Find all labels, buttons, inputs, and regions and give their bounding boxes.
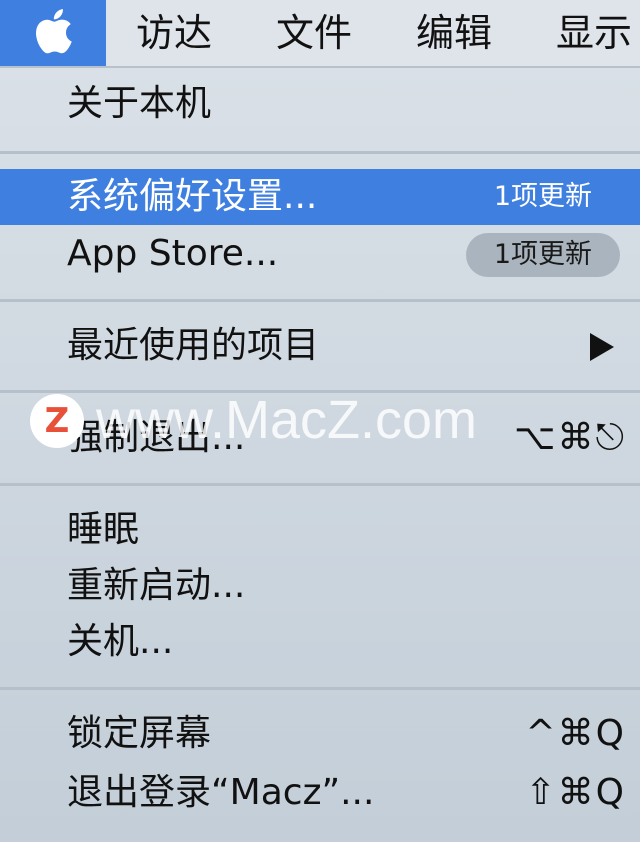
triangle-right-icon	[590, 333, 614, 361]
watermark-logo-letter: Z	[44, 401, 70, 441]
watermark: Z www.MacZ.com	[30, 390, 630, 452]
menu-item-log-out[interactable]: 退出登录“Macz”... ⇧⌘Q	[0, 765, 640, 821]
menu-item-sleep[interactable]: 睡眠	[0, 502, 640, 558]
menu-item-label: 最近使用的项目	[67, 325, 320, 366]
menu-item-app-store[interactable]: App Store... 1项更新	[0, 226, 640, 282]
menu-item-label: 锁定屏幕	[67, 713, 212, 754]
update-badge: 1项更新	[465, 233, 620, 277]
menubar-edit[interactable]: 编辑	[416, 0, 492, 66]
menu-item-label: 关于本机	[67, 83, 212, 124]
menu-item-system-preferences[interactable]: 系统偏好设置... 1项更新	[0, 169, 640, 225]
menu-item-lock-screen[interactable]: 锁定屏幕 ^⌘Q	[0, 706, 640, 762]
menubar-finder[interactable]: 访达	[136, 0, 212, 66]
apple-logo-icon	[36, 9, 72, 54]
menu-item-recent-items[interactable]: 最近使用的项目	[0, 318, 640, 374]
menu-item-label: 重新启动...	[67, 565, 246, 606]
keyboard-shortcut: ^⌘Q	[525, 713, 626, 754]
update-badge: 1项更新	[493, 181, 592, 212]
macz-logo-icon: Z	[30, 394, 84, 448]
menubar-view[interactable]: 显示	[556, 0, 632, 66]
menu-separator	[0, 483, 640, 486]
menu-separator	[0, 687, 640, 690]
menu-item-label: 系统偏好设置...	[67, 176, 318, 217]
menu-item-label: 关机...	[67, 621, 174, 662]
menu-item-shutdown[interactable]: 关机...	[0, 614, 640, 670]
watermark-text: www.MacZ.com	[96, 390, 478, 450]
menu-bar: 访达 文件 编辑 显示	[0, 0, 640, 68]
menu-item-about[interactable]: 关于本机	[0, 76, 640, 132]
menu-item-restart[interactable]: 重新启动...	[0, 558, 640, 614]
menu-separator	[0, 299, 640, 302]
apple-menu-button[interactable]	[0, 0, 106, 66]
menu-item-label: App Store...	[67, 233, 279, 274]
keyboard-shortcut: ⇧⌘Q	[525, 772, 626, 813]
menu-item-label: 退出登录“Macz”...	[67, 772, 375, 813]
menubar-file[interactable]: 文件	[276, 0, 352, 66]
menu-item-label: 睡眠	[67, 509, 140, 550]
apple-dropdown-menu: 关于本机 系统偏好设置... 1项更新 App Store... 1项更新 最近…	[0, 68, 640, 842]
menu-separator	[0, 151, 640, 154]
